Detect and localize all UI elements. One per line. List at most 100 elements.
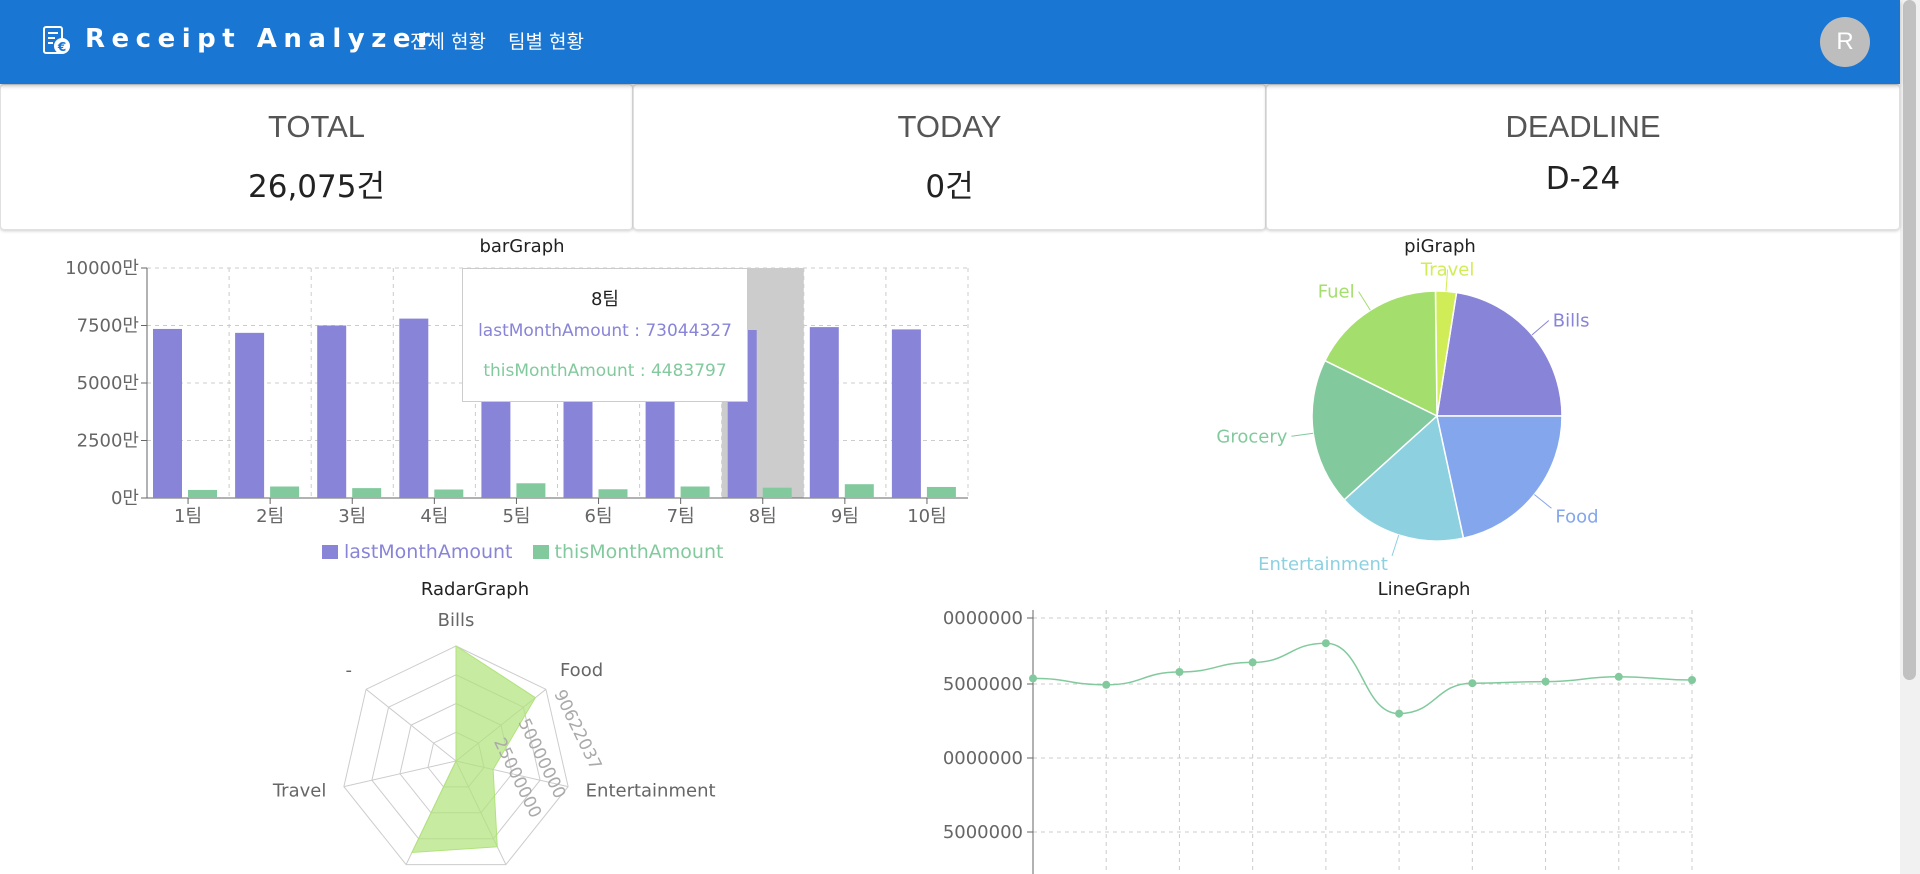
- radar-axis-label: -: [346, 660, 353, 681]
- stat-value: 0건: [925, 169, 974, 205]
- pie-chart-title: piGraph: [1404, 236, 1476, 257]
- radar-axis-label: Bills: [438, 610, 475, 631]
- scrollbar-thumb[interactable]: [1903, 0, 1916, 680]
- bar-last-month: [153, 328, 182, 498]
- stat-card-deadline: DEADLINE D-24: [1266, 84, 1900, 230]
- line-point: [1614, 672, 1623, 681]
- radar-radial-tick: 90622037: [549, 687, 605, 774]
- x-tick-label: 4팀: [420, 506, 448, 527]
- y-tick-label: 5000000: [943, 822, 1023, 843]
- pie-label-line: [1358, 291, 1371, 311]
- bar-this-month: [762, 487, 792, 498]
- x-tick-label: 3팀: [338, 506, 366, 527]
- svg-text:€: €: [57, 40, 66, 54]
- tooltip-title: 8팀: [590, 289, 619, 310]
- bar-chart-legend: lastMonthAmount thisMonthAmount: [322, 541, 737, 565]
- pie-slice-label: Fuel: [1318, 282, 1355, 303]
- pie-slice: [1436, 291, 1563, 417]
- x-tick-label: 9팀: [831, 506, 859, 527]
- bar-last-month: [891, 329, 921, 498]
- line-point: [1248, 658, 1257, 667]
- receipt-euro-icon: €: [43, 26, 70, 54]
- bar-last-month: [235, 332, 265, 498]
- x-tick-label: 7팀: [667, 506, 695, 527]
- bar-last-month: [809, 327, 839, 498]
- bar-last-month: [399, 318, 429, 498]
- line-point: [1395, 709, 1404, 718]
- app-bar: € Receipt Analyzer 전체 현황 팀별 현황 R: [0, 0, 1900, 84]
- legend-label: thisMonthAmount: [554, 541, 724, 563]
- pie-label-line: [1531, 320, 1550, 336]
- nav-overview[interactable]: 전체 현황: [410, 27, 486, 54]
- line-point: [1321, 639, 1330, 648]
- line-point: [1029, 674, 1037, 683]
- bar-this-month: [926, 486, 956, 498]
- x-tick-label: 1팀: [174, 506, 202, 527]
- tooltip-last-month: lastMonthAmount : 73044327: [478, 321, 732, 341]
- line-series: [1032, 642, 1693, 715]
- bar-this-month: [516, 483, 546, 498]
- user-avatar[interactable]: R: [1820, 17, 1870, 67]
- x-tick-label: 8팀: [749, 506, 777, 527]
- y-tick-label: 2500만: [77, 431, 139, 452]
- bar-this-month: [434, 489, 464, 498]
- stat-value: 26,075건: [248, 169, 385, 205]
- pie-slice-label: Grocery: [1216, 426, 1287, 447]
- app-title: Receipt Analyzer: [85, 24, 437, 54]
- x-tick-label: 10팀: [907, 506, 946, 527]
- bar-last-month: [317, 325, 347, 498]
- y-tick-label: 0000000: [943, 608, 1023, 629]
- pie-slice-label: Entertainment: [1258, 554, 1388, 575]
- bar-tooltip: 8팀 lastMonthAmount : 73044327 thisMonthA…: [462, 268, 748, 402]
- pie-label-line: [1391, 534, 1400, 557]
- tooltip-this-month: thisMonthAmount : 4483797: [483, 361, 727, 381]
- pie-slice-label: Travel: [1420, 259, 1475, 280]
- stat-label: TOTAL: [267, 109, 366, 144]
- bar-this-month: [680, 486, 710, 498]
- pie-slice-label: Food: [1555, 506, 1598, 527]
- bar-this-month: [598, 489, 628, 498]
- legend-label: lastMonthAmount: [344, 541, 513, 563]
- bar-this-month: [352, 488, 382, 498]
- bar-this-month: [844, 484, 874, 498]
- line-point: [1541, 677, 1550, 686]
- radar-axis-label: Entertainment: [586, 781, 716, 802]
- radar-axis-label: Food: [560, 660, 603, 681]
- nav-team-status[interactable]: 팀별 현황: [508, 27, 584, 54]
- line-point: [1468, 679, 1477, 688]
- radar-chart[interactable]: BillsFoodEntertainmentGroceryFuelTravel-…: [200, 605, 760, 874]
- radar-axis-label: Travel: [272, 781, 327, 802]
- pie-label-line: [1533, 494, 1552, 509]
- stat-card-total: TOTAL 26,075건: [0, 84, 633, 230]
- line-point: [1175, 668, 1184, 676]
- x-tick-label: 6팀: [585, 506, 613, 527]
- radar-chart-title: RadarGraph: [420, 579, 530, 600]
- line-point: [1688, 676, 1696, 684]
- pie-label-line: [1291, 432, 1314, 437]
- line-chart[interactable]: 0000000 5000000 0000000 5000000: [940, 605, 1740, 874]
- y-tick-label: 10000만: [65, 258, 139, 279]
- y-tick-label: 7500만: [77, 316, 139, 337]
- legend-swatch: [532, 545, 549, 559]
- pie-slice-label: Bills: [1553, 311, 1590, 332]
- y-tick-label: 0만: [111, 488, 139, 509]
- bar-this-month: [188, 489, 217, 498]
- radar-area: [411, 645, 537, 854]
- x-tick-label: 2팀: [256, 506, 284, 527]
- legend-item-last-month[interactable]: lastMonthAmount: [322, 541, 513, 563]
- y-tick-label: 5000만: [77, 373, 139, 394]
- radar-spoke: [365, 688, 457, 762]
- line-point: [1102, 680, 1111, 689]
- stat-label: DEADLINE: [1505, 109, 1661, 144]
- legend-item-this-month[interactable]: thisMonthAmount: [532, 541, 724, 563]
- y-tick-label: 0000000: [943, 748, 1023, 769]
- legend-swatch: [322, 545, 338, 559]
- stat-label: TODAY: [897, 109, 1002, 144]
- line-chart-title: LineGraph: [1377, 579, 1471, 600]
- stat-card-today: TODAY 0건: [633, 84, 1266, 230]
- pie-chart[interactable]: Bills Travel Fuel Grocery Entertainment Food: [1100, 258, 1660, 578]
- radar-spoke: [343, 760, 457, 788]
- y-tick-label: 5000000: [943, 674, 1023, 695]
- page-scrollbar[interactable]: [1900, 0, 1920, 874]
- bar-this-month: [270, 486, 300, 498]
